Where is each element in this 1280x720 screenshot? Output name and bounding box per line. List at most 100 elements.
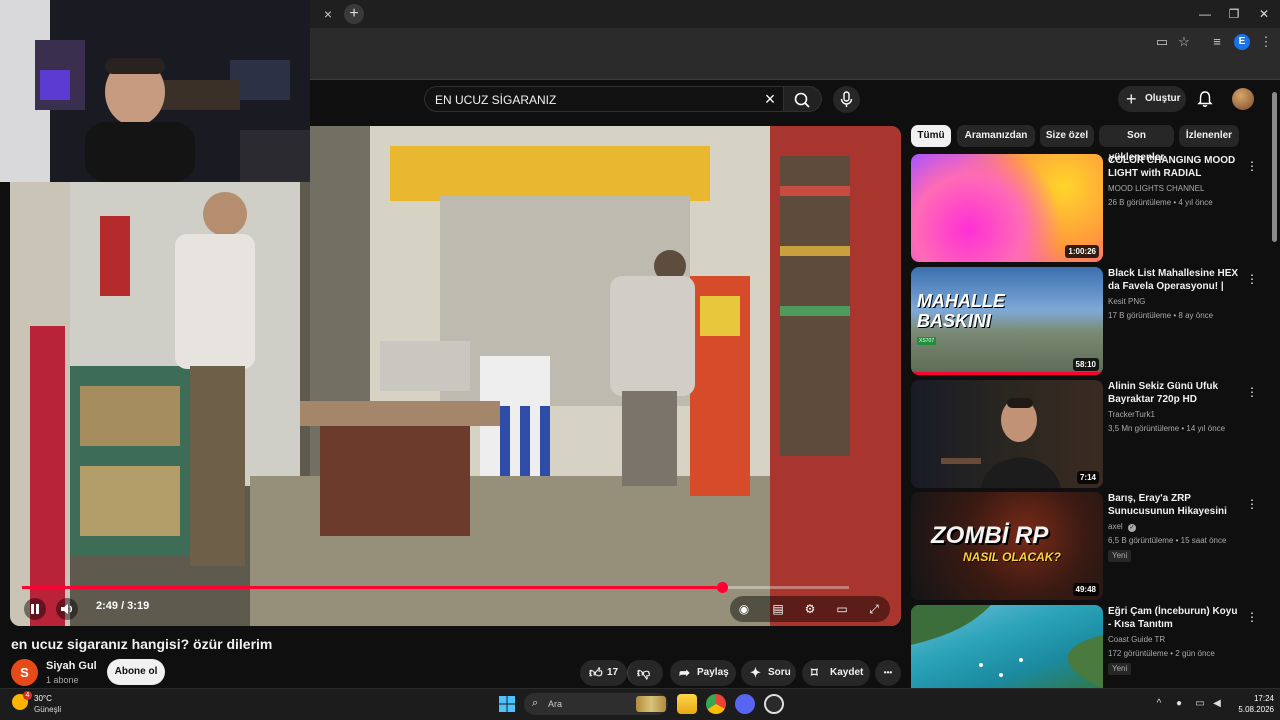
chrome-icon[interactable] (706, 694, 726, 714)
video-thumbnail[interactable]: 1:00:26 (911, 154, 1103, 262)
recommended-video[interactable]: ZOMBİ RP NASIL OLACAK? 49:48 Barış, Eray… (911, 492, 1271, 600)
restore-button[interactable]: ❐ (1222, 4, 1246, 24)
create-button[interactable]: + Oluştur (1118, 86, 1186, 112)
weather-description[interactable]: Güneşli (34, 705, 61, 714)
recommended-title[interactable]: Alinin Sekiz Günü Ufuk Bayraktar 720p HD (1108, 380, 1240, 406)
thumbs-down-icon: 👎︎ (637, 665, 651, 680)
speaker-tray-icon[interactable]: ◀ (1210, 698, 1224, 710)
progress-bar[interactable] (22, 582, 849, 593)
more-options-icon[interactable]: ⋮ (1246, 158, 1258, 174)
recommended-meta: 17 B görüntüleme • 8 ay önce (1108, 311, 1214, 320)
notifications-button[interactable] (1196, 90, 1214, 108)
start-button[interactable] (499, 696, 515, 712)
volume-icon (61, 604, 72, 614)
video-player[interactable]: 2:49 / 3:19 ◉ ▤ ⚙ ▭ ⤢ (10, 126, 901, 626)
recommended-title[interactable]: COLOR CHANGING MOOD LIGHT with RADIAL gr… (1108, 154, 1240, 181)
like-count: 17 (607, 667, 619, 678)
browser-menu-icon[interactable]: ⋮ (1258, 34, 1274, 50)
recommended-video[interactable]: 1:00:26 COLOR CHANGING MOOD LIGHT with R… (911, 154, 1271, 262)
recommended-channel[interactable]: Kesit PNG (1108, 297, 1145, 306)
recommended-title[interactable]: Eğri Çam (İnceburun) Koyu - Kısa Tanıtım (1108, 605, 1240, 631)
subscribe-button[interactable]: Abone ol (107, 659, 165, 685)
voice-search-button[interactable] (833, 86, 860, 113)
create-label: Oluştur (1145, 93, 1181, 104)
recommended-channel[interactable]: MOOD LIGHTS CHANNEL (1108, 184, 1204, 193)
search-highlight-image[interactable] (636, 696, 666, 712)
video-duration: 49:48 (1072, 583, 1099, 596)
weather-temperature[interactable]: 30°C (34, 694, 52, 703)
chip-recent[interactable]: Son yüklenenler (1099, 125, 1174, 163)
recommended-title[interactable]: Barış, Eray'a ZRP Sunucusunun Hikayesini… (1108, 492, 1240, 519)
chip-for-you[interactable]: Size özel (1040, 125, 1094, 147)
more-options-icon[interactable]: ⋮ (1246, 609, 1258, 625)
pause-icon (31, 604, 39, 614)
clock-date[interactable]: 5.08.2026 (1226, 705, 1274, 714)
browser-profile-avatar[interactable]: E (1234, 34, 1250, 50)
video-thumbnail[interactable]: MAHALLE BASKINI XS707 58:10 (911, 267, 1103, 375)
chip-watched[interactable]: İzlenenler (1179, 125, 1239, 147)
video-thumbnail[interactable] (911, 605, 1103, 688)
thumbnail-text: ZOMBİ RP (931, 522, 1049, 549)
channel-avatar[interactable]: S (11, 659, 38, 686)
scrollbar-thumb[interactable] (1272, 92, 1277, 242)
recommended-meta: 172 görüntüleme • 2 gün önce (1108, 649, 1215, 658)
new-tab-button[interactable]: + (344, 4, 364, 24)
chip-all[interactable]: Tümü (911, 125, 951, 147)
ask-label: Soru (768, 667, 791, 678)
video-thumbnail[interactable]: ZOMBİ RP NASIL OLACAK? 49:48 (911, 492, 1103, 600)
recommended-video[interactable]: Eğri Çam (İnceburun) Koyu - Kısa Tanıtım… (911, 605, 1271, 688)
video-frame (10, 126, 901, 626)
channel-name[interactable]: Siyah Gul (46, 660, 97, 672)
chip-from-search[interactable]: Aramanızdan (957, 125, 1035, 147)
save-button[interactable]: ⌑ Kaydet (802, 660, 870, 686)
bookmark-star-icon[interactable]: ☆ (1176, 34, 1192, 50)
more-options-icon[interactable]: ⋮ (1246, 384, 1258, 400)
minimize-button[interactable]: — (1193, 4, 1217, 24)
recommended-channel[interactable]: TrackerTurk1 (1108, 410, 1155, 419)
more-options-icon[interactable]: ⋮ (1246, 496, 1258, 512)
media-control-icon[interactable]: ≡ (1209, 34, 1225, 50)
microphone-tray-icon[interactable]: ● (1172, 698, 1186, 710)
recommended-channel[interactable]: axel ✓ (1108, 522, 1136, 532)
tab-close-icon[interactable]: × (320, 6, 336, 22)
sparkle-icon: ✦ (750, 665, 761, 680)
cast-icon[interactable]: ▭ (1154, 34, 1170, 50)
display-tray-icon[interactable]: ▭ (1193, 698, 1207, 710)
recommended-channel[interactable]: Coast Guide TR (1108, 635, 1165, 644)
close-window-button[interactable]: ✕ (1252, 4, 1276, 24)
clock-time[interactable]: 17:24 (1240, 694, 1274, 703)
bell-icon (1197, 91, 1213, 107)
ask-button[interactable]: ✦ Soru (741, 660, 796, 686)
account-avatar[interactable] (1232, 88, 1254, 110)
file-explorer-icon[interactable] (677, 694, 697, 714)
more-actions-button[interactable]: ••• (875, 660, 901, 686)
autoplay-toggle-icon[interactable]: ◉ (736, 601, 752, 617)
fullscreen-icon[interactable]: ⤢ (866, 601, 882, 617)
more-options-icon[interactable]: ⋮ (1246, 271, 1258, 287)
recommended-video[interactable]: MAHALLE BASKINI XS707 58:10 Black List M… (911, 267, 1271, 375)
taskbar-search-placeholder[interactable]: Ara (548, 699, 562, 709)
app-icon[interactable] (764, 694, 784, 714)
thumbs-up-icon: 👍︎ (589, 665, 603, 680)
theater-mode-icon[interactable]: ▭ (834, 601, 850, 617)
recommended-title[interactable]: Black List Mahallesine HEX da Favela Ope… (1108, 267, 1240, 294)
pause-button[interactable] (24, 598, 46, 620)
video-thumbnail[interactable]: 7:14 (911, 380, 1103, 488)
recommended-meta: 3,5 Mn görüntüleme • 14 yıl önce (1108, 424, 1226, 433)
search-input[interactable] (435, 91, 735, 109)
dislike-button[interactable]: 👎︎ (627, 660, 663, 686)
thumbnail-tag: XS707 (917, 337, 937, 345)
share-button[interactable]: ➦ Paylaş (670, 660, 736, 686)
discord-icon[interactable] (735, 694, 755, 714)
share-icon: ➦ (679, 665, 690, 680)
volume-button[interactable] (56, 598, 78, 620)
clear-search-icon[interactable]: × (762, 90, 778, 108)
subtitles-icon[interactable]: ▤ (770, 601, 786, 617)
like-button[interactable]: 👍︎ 17 (580, 660, 627, 686)
search-box[interactable] (424, 86, 784, 112)
recommended-meta: 6,5 B görüntüleme • 15 saat önce (1108, 536, 1227, 545)
search-button[interactable] (784, 86, 822, 112)
recommended-video[interactable]: 7:14 Alinin Sekiz Günü Ufuk Bayraktar 72… (911, 380, 1271, 488)
tray-overflow-icon[interactable]: ^ (1152, 698, 1166, 710)
settings-gear-icon[interactable]: ⚙ (802, 601, 818, 617)
